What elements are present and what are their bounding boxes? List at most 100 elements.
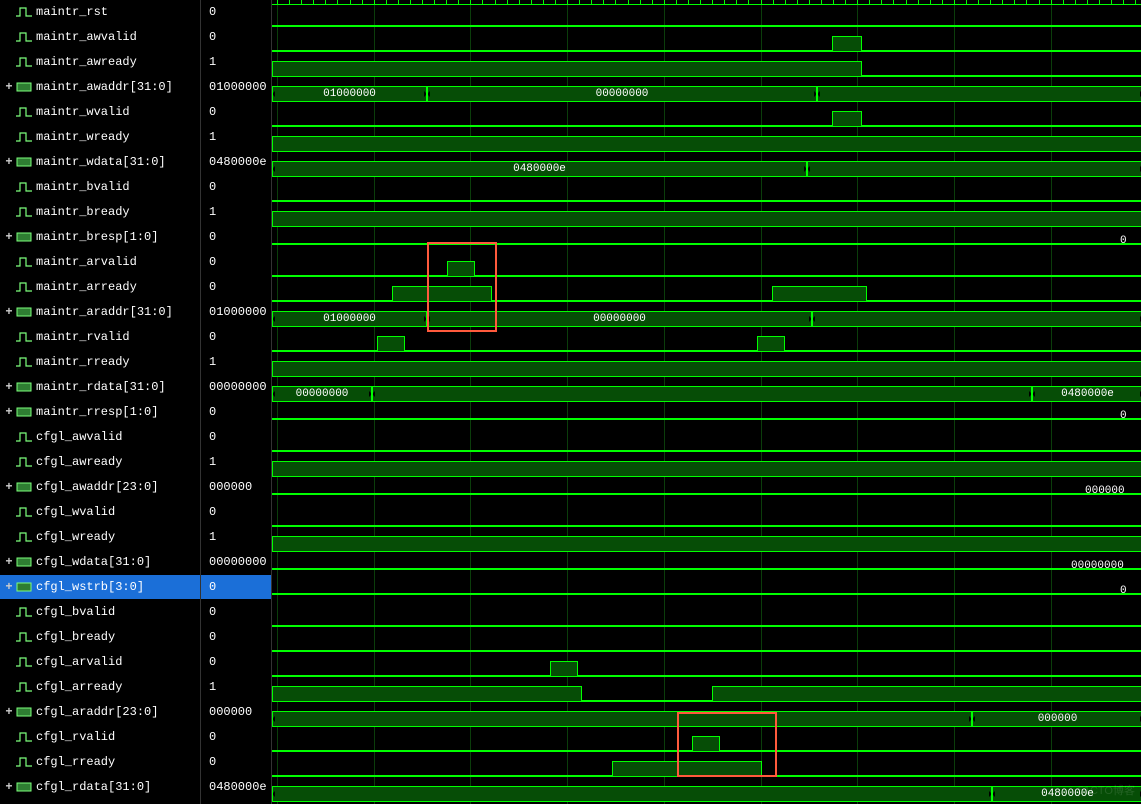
- waveform-row[interactable]: [272, 30, 1141, 55]
- signal-value[interactable]: 1: [201, 50, 271, 75]
- signal-row-cfgl_rready[interactable]: cfgl_rready: [0, 750, 200, 775]
- waveform-row[interactable]: [272, 355, 1141, 380]
- signal-value[interactable]: 0: [201, 325, 271, 350]
- signal-value[interactable]: 0: [201, 650, 271, 675]
- signal-row-maintr_rvalid[interactable]: maintr_rvalid: [0, 325, 200, 350]
- waveform-row[interactable]: [272, 530, 1141, 555]
- expand-icon[interactable]: +: [4, 155, 14, 169]
- signal-value[interactable]: 0: [201, 400, 271, 425]
- signal-value[interactable]: 0: [201, 275, 271, 300]
- signal-row-cfgl_arready[interactable]: cfgl_arready: [0, 675, 200, 700]
- signal-row-maintr_wready[interactable]: maintr_wready: [0, 125, 200, 150]
- signal-value[interactable]: 1: [201, 525, 271, 550]
- signal-row-maintr_bready[interactable]: maintr_bready: [0, 200, 200, 225]
- waveform-row[interactable]: [272, 130, 1141, 155]
- signal-value[interactable]: 00000000: [201, 550, 271, 575]
- waveform-row[interactable]: [272, 330, 1141, 355]
- signal-value[interactable]: 0: [201, 725, 271, 750]
- expand-icon[interactable]: +: [4, 580, 14, 594]
- signal-row-maintr_awready[interactable]: maintr_awready: [0, 50, 200, 75]
- signal-value[interactable]: 01000000: [201, 300, 271, 325]
- signal-value[interactable]: 00000000: [201, 375, 271, 400]
- waveform-row[interactable]: [272, 655, 1141, 680]
- signal-row-cfgl_awready[interactable]: cfgl_awready: [0, 450, 200, 475]
- waveform-row[interactable]: [272, 55, 1141, 80]
- signal-value[interactable]: 0: [201, 225, 271, 250]
- signal-row-cfgl_bvalid[interactable]: cfgl_bvalid: [0, 600, 200, 625]
- expand-icon[interactable]: +: [4, 380, 14, 394]
- waveform-row[interactable]: 0480000e: [272, 155, 1141, 180]
- waveform-row[interactable]: [272, 755, 1141, 780]
- signal-row-cfgl_awvalid[interactable]: cfgl_awvalid: [0, 425, 200, 450]
- waveform-row[interactable]: 0: [272, 230, 1141, 255]
- signal-row-cfgl_wdata310[interactable]: +cfgl_wdata[31:0]: [0, 550, 200, 575]
- expand-icon[interactable]: +: [4, 305, 14, 319]
- expand-icon[interactable]: +: [4, 705, 14, 719]
- signal-row-maintr_wvalid[interactable]: maintr_wvalid: [0, 100, 200, 125]
- signal-value[interactable]: 0: [201, 425, 271, 450]
- waveform-row[interactable]: [272, 680, 1141, 705]
- waveform-row[interactable]: 0100000000000000: [272, 305, 1141, 330]
- waveform-row[interactable]: 000000: [272, 705, 1141, 730]
- signal-value[interactable]: 0: [201, 0, 271, 25]
- signal-value[interactable]: 0: [201, 500, 271, 525]
- waveform-row[interactable]: 0: [272, 405, 1141, 430]
- signal-value[interactable]: 0: [201, 250, 271, 275]
- waveform-row[interactable]: 000000: [272, 480, 1141, 505]
- waveform-row[interactable]: 0480000e: [272, 780, 1141, 804]
- signal-row-maintr_rready[interactable]: maintr_rready: [0, 350, 200, 375]
- signal-value-column[interactable]: 00101000000010480000e0100001000000010000…: [201, 0, 272, 804]
- waveform-row[interactable]: [272, 180, 1141, 205]
- signal-row-maintr_rresp10[interactable]: +maintr_rresp[1:0]: [0, 400, 200, 425]
- expand-icon[interactable]: +: [4, 780, 14, 794]
- signal-name-column[interactable]: maintr_rstmaintr_awvalidmaintr_awready+m…: [0, 0, 201, 804]
- waveform-row[interactable]: [272, 605, 1141, 630]
- expand-icon[interactable]: +: [4, 405, 14, 419]
- signal-row-maintr_araddr310[interactable]: +maintr_araddr[31:0]: [0, 300, 200, 325]
- signal-row-maintr_rdata310[interactable]: +maintr_rdata[31:0]: [0, 375, 200, 400]
- signal-row-cfgl_wready[interactable]: cfgl_wready: [0, 525, 200, 550]
- waveform-row[interactable]: 0100000000000000: [272, 80, 1141, 105]
- signal-row-cfgl_rdata310[interactable]: +cfgl_rdata[31:0]: [0, 775, 200, 800]
- waveform-row[interactable]: [272, 5, 1141, 30]
- signal-value[interactable]: 000000: [201, 700, 271, 725]
- expand-icon[interactable]: +: [4, 80, 14, 94]
- signal-value[interactable]: 01000000: [201, 75, 271, 100]
- signal-value[interactable]: 000000: [201, 475, 271, 500]
- signal-value[interactable]: 1: [201, 350, 271, 375]
- signal-row-cfgl_awaddr230[interactable]: +cfgl_awaddr[23:0]: [0, 475, 200, 500]
- signal-value[interactable]: 0: [201, 625, 271, 650]
- signal-row-cfgl_bready[interactable]: cfgl_bready: [0, 625, 200, 650]
- signal-value[interactable]: 0: [201, 750, 271, 775]
- signal-row-cfgl_araddr230[interactable]: +cfgl_araddr[23:0]: [0, 700, 200, 725]
- expand-icon[interactable]: +: [4, 555, 14, 569]
- waveform-row[interactable]: [272, 455, 1141, 480]
- signal-value[interactable]: 1: [201, 675, 271, 700]
- signal-row-cfgl_arvalid[interactable]: cfgl_arvalid: [0, 650, 200, 675]
- waveform-row[interactable]: [272, 505, 1141, 530]
- signal-row-maintr_bvalid[interactable]: maintr_bvalid: [0, 175, 200, 200]
- signal-value[interactable]: 0: [201, 100, 271, 125]
- signal-value[interactable]: 0: [201, 600, 271, 625]
- signal-row-cfgl_wstrb30[interactable]: +cfgl_wstrb[3:0]: [0, 575, 200, 600]
- signal-row-maintr_bresp10[interactable]: +maintr_bresp[1:0]: [0, 225, 200, 250]
- signal-row-maintr_awaddr310[interactable]: +maintr_awaddr[31:0]: [0, 75, 200, 100]
- waveform-row[interactable]: [272, 630, 1141, 655]
- waveform-row[interactable]: [272, 105, 1141, 130]
- expand-icon[interactable]: +: [4, 480, 14, 494]
- signal-value[interactable]: 0: [201, 25, 271, 50]
- waveform-row[interactable]: [272, 430, 1141, 455]
- signal-value[interactable]: 1: [201, 450, 271, 475]
- signal-value[interactable]: 0: [201, 175, 271, 200]
- waveform-row[interactable]: [272, 730, 1141, 755]
- waveform-row[interactable]: [272, 205, 1141, 230]
- signal-row-maintr_arready[interactable]: maintr_arready: [0, 275, 200, 300]
- waveform-row[interactable]: 0: [272, 580, 1141, 605]
- waveform-row[interactable]: [272, 255, 1141, 280]
- signal-row-cfgl_wvalid[interactable]: cfgl_wvalid: [0, 500, 200, 525]
- waveform-row[interactable]: [272, 280, 1141, 305]
- signal-value[interactable]: 0480000e: [201, 150, 271, 175]
- waveform-row[interactable]: 000000000480000e: [272, 380, 1141, 405]
- waveform-area[interactable]: 0100000000000000 0480000e 0 010000000000000…: [272, 0, 1141, 804]
- signal-value[interactable]: 1: [201, 125, 271, 150]
